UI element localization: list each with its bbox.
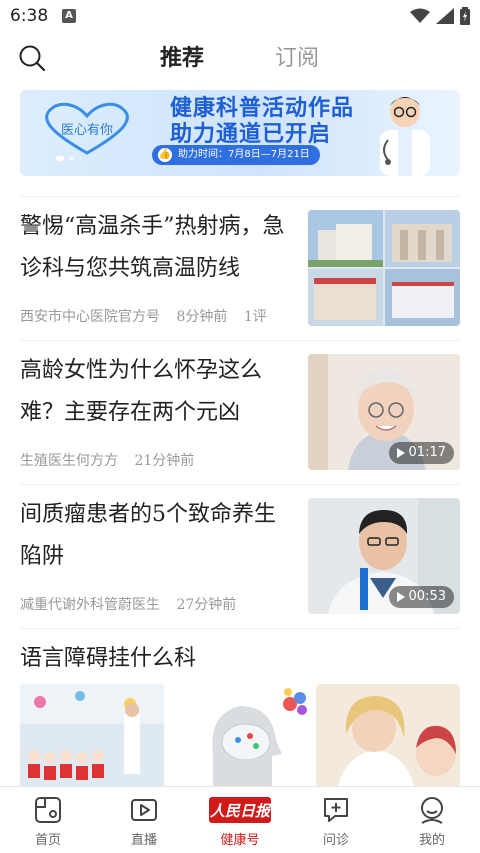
divider (20, 484, 460, 485)
home-icon (35, 797, 61, 823)
article-source: 西安市中心医院官方号 (20, 309, 160, 325)
section-title[interactable]: 语言障碍挂什么科 (20, 640, 196, 672)
gallery-image-3 (316, 684, 460, 794)
nav-label: 我的 (418, 833, 445, 848)
status-time: 6:38 (10, 6, 49, 26)
consult-icon (324, 798, 348, 822)
bottom-nav: 首页 直播 人民日报 健康号 问诊 我的 (0, 786, 480, 853)
video-duration: 01:17 (408, 445, 446, 460)
article-card-2[interactable]: 高龄女性为什么怀孕这么难？主要存在两个元凶 生殖医生何方方 21分钟前 01:1… (20, 350, 460, 476)
article-title: 间质瘤患者的5个致命养生陷阱 (20, 502, 276, 569)
video-duration-badge: 01:17 (388, 442, 454, 464)
tab-subscribe[interactable]: 订阅 (275, 40, 319, 72)
banner-heart-logo: 医心有你 (45, 102, 129, 155)
top-header: 推荐 订阅 (0, 34, 480, 80)
signal-icon (436, 8, 454, 24)
article-title: 高龄女性为什么怀孕这么难？主要存在两个元凶 (20, 358, 263, 425)
banner-time-label: 助力时间：7月8日—7月21日 (178, 149, 310, 160)
article-card-3[interactable]: 间质瘤患者的5个致命养生陷阱 减重代谢外科管蔚医生 27分钟前 00:53 (20, 494, 460, 620)
nav-label: 问诊 (322, 833, 349, 848)
article-source: 生殖医生何方方 (20, 453, 118, 469)
play-icon (396, 448, 405, 458)
article-time: 21分钟前 (134, 453, 195, 469)
divider (20, 196, 460, 197)
banner-time-pill: 👍 助力时间：7月8日—7月21日 (152, 145, 320, 165)
rmrb-logo-text: 人民日报 (210, 802, 271, 820)
nav-health-account[interactable]: 人民日报 健康号 (200, 795, 280, 848)
nav-consult[interactable]: 问诊 (296, 795, 376, 848)
article-source: 减重代谢外科管蔚医生 (20, 597, 160, 613)
status-icons (410, 7, 470, 25)
nav-profile[interactable]: 我的 (392, 795, 472, 848)
doctor-illustration (380, 97, 430, 176)
nav-home[interactable]: 首页 (8, 795, 88, 848)
nav-label: 健康号 (220, 833, 260, 848)
video-thumbnail: 00:53 (308, 498, 460, 614)
live-icon (131, 799, 157, 821)
article-meta: 生殖医生何方方 21分钟前 (20, 450, 206, 470)
play-icon (396, 592, 405, 602)
gallery-image-2 (168, 684, 312, 794)
video-thumbnail: 01:17 (308, 354, 460, 470)
article-time: 27分钟前 (176, 597, 237, 613)
article-card-1[interactable]: 警惕“高温杀手”热射病，急诊科与您共筑高温防线 西安市中心医院官方号 8分钟前 … (20, 206, 460, 332)
banner-logo-text: 医心有你 (61, 123, 113, 138)
pager-dot-active (56, 156, 64, 161)
banner-pager (56, 156, 74, 161)
image-gallery[interactable] (20, 684, 460, 794)
gallery-image-1 (20, 684, 164, 794)
banner-title-line2: 助力通道已开启 (170, 122, 332, 147)
tab-recommend[interactable]: 推荐 (160, 40, 204, 72)
video-duration-badge: 00:53 (388, 586, 454, 608)
article-meta: 减重代谢外科管蔚医生 27分钟前 (20, 594, 248, 614)
pager-dot (69, 156, 74, 161)
rmrb-logo-icon: 人民日报 (209, 797, 271, 823)
divider (20, 628, 460, 629)
wifi-icon (410, 8, 430, 23)
battery-icon (460, 7, 470, 25)
thumb-up-icon: 👍 (158, 148, 172, 162)
promo-banner[interactable]: 医心有你 健康科普活动作品 助力通道已开启 👍 助力时间：7月8日—7月21日 (20, 90, 460, 176)
nav-label: 直播 (130, 833, 157, 848)
nav-live[interactable]: 直播 (104, 795, 184, 848)
article-meta: 西安市中心医院官方号 8分钟前 1评 (20, 306, 279, 326)
nav-label: 首页 (34, 833, 61, 848)
article-comments: 1评 (243, 309, 267, 325)
a-notification-icon: A (62, 9, 76, 23)
article-thumbnail (308, 210, 460, 326)
tab-bar: 推荐 订阅 (0, 40, 480, 76)
article-title: 警惕“高温杀手”热射病，急诊科与您共筑高温防线 (20, 214, 285, 281)
profile-icon (421, 797, 443, 824)
divider (20, 340, 460, 341)
video-duration: 00:53 (408, 589, 446, 604)
article-time: 8分钟前 (176, 309, 228, 325)
status-bar: 6:38 A (0, 0, 480, 34)
